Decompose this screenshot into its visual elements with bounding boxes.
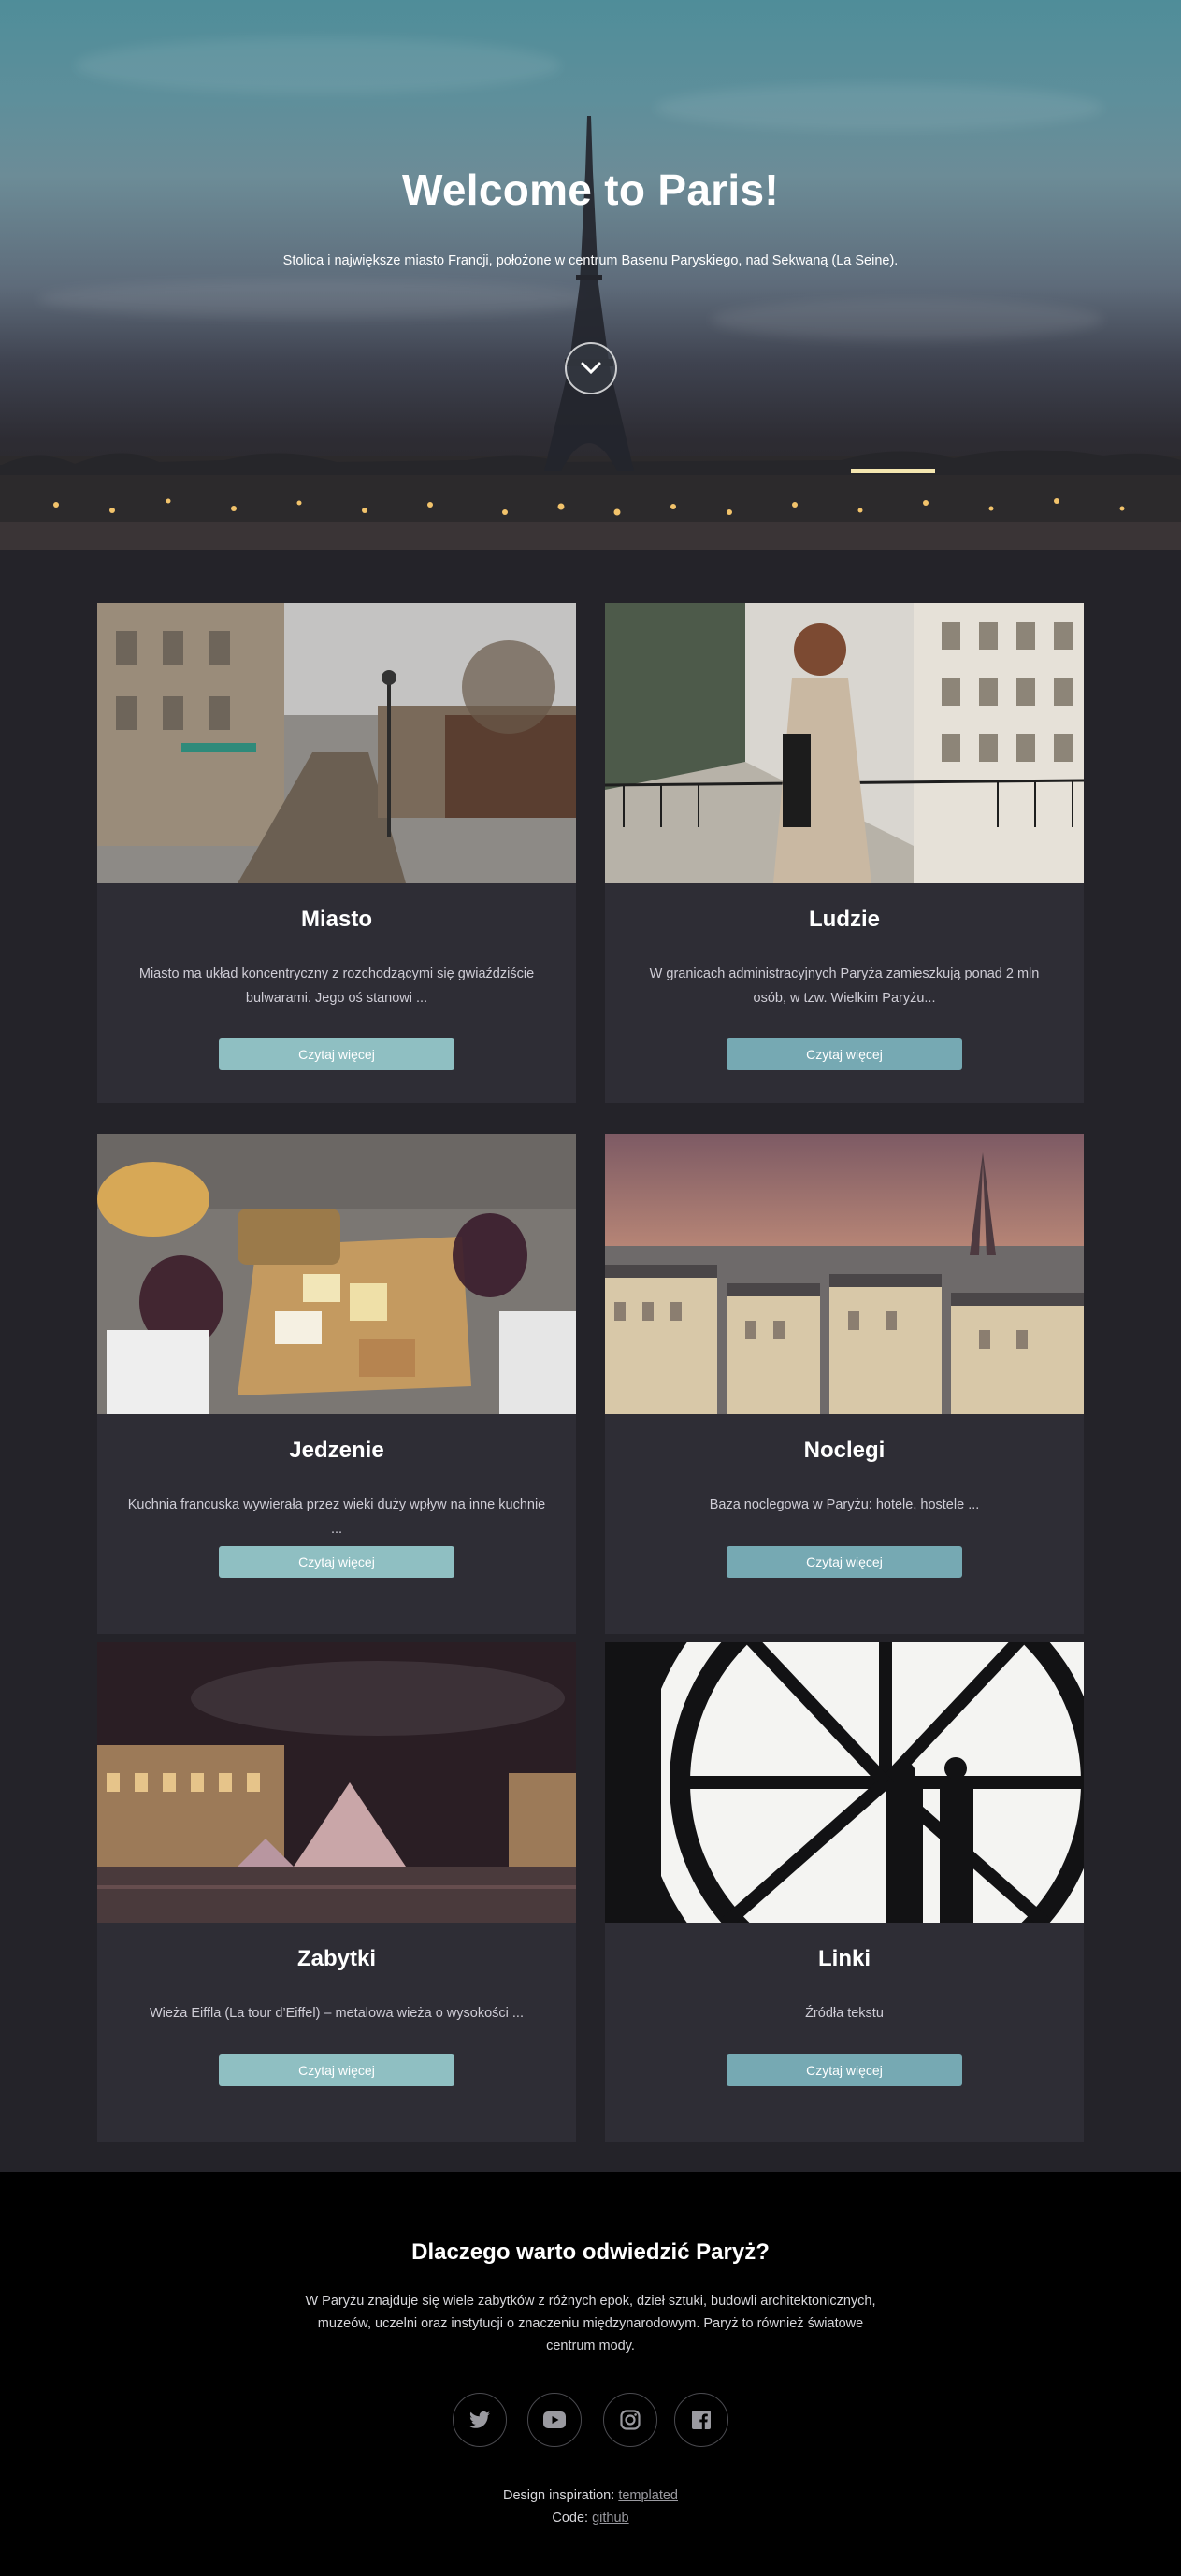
card-noclegi: Noclegi Baza noclegowa w Paryżu: hotele,… [605,1134,1084,1634]
cloud-decoration [37,280,598,318]
chevron-down-icon [581,362,601,375]
card-title: Ludzie [809,907,880,932]
card-miasto: Miasto Miasto ma układ koncentryczny z r… [97,603,576,1103]
youtube-button[interactable] [527,2393,582,2447]
read-more-button[interactable]: Czytaj więcej [727,2054,962,2086]
card-title: Miasto [300,907,372,932]
card-jedzenie: Jedzenie Kuchnia francuska wywierała prz… [97,1134,576,1634]
hero-subtitle: Stolica i największe miasto Francji, poł… [282,253,899,268]
card-image-woman [605,603,1084,883]
design-credit-label: Design inspiration: [502,2488,615,2503]
read-more-button[interactable]: Czytaj więcej [219,1038,454,1070]
read-more-button[interactable]: Czytaj więcej [727,1038,962,1070]
read-more-button[interactable]: Czytaj więcej [727,1546,962,1578]
cloud-decoration [655,84,1103,131]
cloud-decoration [711,299,1103,340]
card-image-rooftops [605,1134,1084,1414]
hero-title: Welcome to Paris! [401,165,780,214]
code-credit: Code: github [0,2511,1181,2526]
github-link[interactable]: github [592,2511,629,2526]
read-more-button[interactable]: Czytaj więcej [219,2054,454,2086]
code-credit-label: Code: [552,2511,589,2526]
facebook-icon [692,2411,711,2429]
card-description: Wieża Eiffla (La tour d’Eiffel) – metalo… [150,2006,524,2021]
footer: Dlaczego warto odwiedzić Paryż? W Paryżu… [0,2172,1181,2576]
card-image-louvre [97,1642,576,1923]
card-description: Kuchnia francuska wywierała przez wieki … [127,1497,546,1537]
card-linki: Linki Źródła tekstu Czytaj więcej [605,1642,1084,2142]
twitter-icon [469,2411,490,2428]
hero-banner: Welcome to Paris! Stolica i największe m… [0,0,1181,550]
footer-text: W Paryżu znajduje się wiele zabytków z r… [305,2294,876,2354]
read-more-button[interactable]: Czytaj więcej [219,1546,454,1578]
card-image-clock [605,1642,1084,1923]
footer-title: Dlaczego warto odwiedzić Paryż? [411,2240,770,2265]
card-image-food [97,1134,576,1414]
card-image-street [97,603,576,883]
card-title: Noclegi [803,1438,886,1463]
twitter-button[interactable] [453,2393,507,2447]
card-title: Linki [817,1946,871,1971]
card-title: Jedzenie [289,1438,384,1463]
design-credit: Design inspiration: templated [0,2488,1181,2503]
facebook-button[interactable] [674,2393,728,2447]
card-description: W granicach administracyjnych Paryża zam… [649,966,1040,1006]
youtube-icon [543,2411,566,2428]
scroll-down-button[interactable] [565,342,617,394]
instagram-button[interactable] [603,2393,657,2447]
templated-link[interactable]: templated [618,2488,678,2503]
instagram-icon [620,2410,641,2430]
card-description: Miasto ma układ koncentryczny z rozchodz… [138,966,535,1006]
card-ludzie: Ludzie W granicach administracyjnych Par… [605,603,1084,1103]
card-description: Baza noclegowa w Paryżu: hotele, hostele… [709,1497,980,1512]
card-description: Źródła tekstu [805,2006,884,2021]
card-title: Zabytki [296,1946,377,1971]
cloud-decoration [75,37,561,93]
card-zabytki: Zabytki Wieża Eiffla (La tour d’Eiffel) … [97,1642,576,2142]
